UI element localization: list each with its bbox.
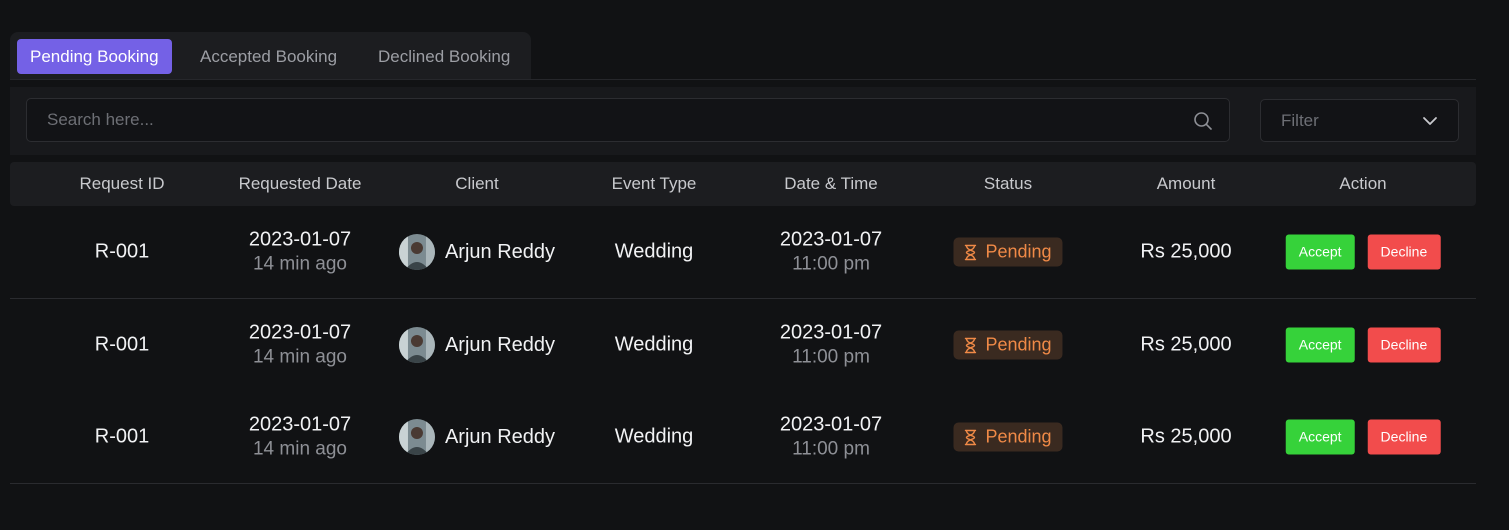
requested-date-cell: 2023-01-07 14 min ago	[249, 229, 351, 276]
status-label: Pending	[985, 426, 1052, 447]
event-time: 11:00 pm	[792, 438, 870, 460]
tab-accepted-booking[interactable]: Accepted Booking	[200, 39, 337, 74]
toolbar: Filter	[10, 87, 1476, 155]
event-date: 2023-01-07	[779, 321, 883, 344]
avatar	[398, 234, 435, 270]
action-buttons: Accept Decline	[1285, 234, 1441, 270]
accept-button[interactable]: Accept	[1285, 234, 1355, 270]
hourglass-icon	[964, 244, 977, 260]
event-time: 11:00 pm	[792, 253, 870, 275]
amount: Rs 25,000	[1140, 333, 1232, 356]
avatar	[398, 327, 435, 363]
search-icon[interactable]	[1193, 111, 1213, 131]
request-id: R-001	[94, 333, 150, 356]
avatar	[398, 419, 435, 455]
request-id: R-001	[94, 425, 150, 448]
status-label: Pending	[985, 241, 1052, 262]
requested-date: 2023-01-07	[248, 413, 352, 436]
column-header-event-type: Event Type	[611, 174, 697, 193]
client-name: Arjun Reddy	[444, 333, 556, 356]
requested-ago: 14 min ago	[252, 438, 347, 460]
date-time-cell: 2023-01-07 11:00 pm	[780, 229, 882, 276]
client-name: Arjun Reddy	[444, 425, 556, 448]
requested-date: 2023-01-07	[248, 228, 352, 251]
hourglass-icon	[964, 429, 977, 445]
requested-ago: 14 min ago	[252, 346, 347, 368]
event-date: 2023-01-07	[779, 413, 883, 436]
requested-date: 2023-01-07	[248, 321, 352, 344]
event-type: Wedding	[614, 425, 694, 448]
date-time-cell: 2023-01-07 11:00 pm	[780, 322, 882, 369]
hourglass-icon	[964, 337, 977, 353]
event-type: Wedding	[614, 240, 694, 263]
decline-button[interactable]: Decline	[1367, 234, 1441, 270]
client-cell: Arjun Reddy	[398, 327, 556, 363]
requested-date-cell: 2023-01-07 14 min ago	[249, 322, 351, 369]
column-header-client: Client	[455, 174, 499, 193]
date-time-cell: 2023-01-07 11:00 pm	[780, 414, 882, 461]
table-header: Request ID Requested Date Client Event T…	[10, 162, 1476, 206]
status-badge: Pending	[953, 330, 1063, 360]
status-badge: Pending	[953, 422, 1063, 452]
accept-button[interactable]: Accept	[1285, 419, 1355, 455]
row-divider	[10, 298, 1476, 299]
filter-dropdown[interactable]: Filter	[1260, 99, 1459, 142]
action-buttons: Accept Decline	[1285, 419, 1441, 455]
accept-button[interactable]: Accept	[1285, 327, 1355, 363]
status-label: Pending	[985, 334, 1052, 355]
requested-ago: 14 min ago	[252, 253, 347, 275]
row-divider	[10, 483, 1476, 484]
filter-label: Filter	[1281, 111, 1319, 130]
column-header-date-time: Date & Time	[784, 174, 878, 193]
tab-declined-booking[interactable]: Declined Booking	[378, 39, 510, 74]
chevron-down-icon	[1423, 117, 1437, 125]
event-type: Wedding	[614, 333, 694, 356]
client-name: Arjun Reddy	[444, 240, 556, 263]
search-input[interactable]	[27, 99, 1177, 141]
amount: Rs 25,000	[1140, 425, 1232, 448]
column-header-requested-date: Requested Date	[238, 174, 362, 193]
column-header-request-id: Request ID	[79, 174, 165, 193]
amount: Rs 25,000	[1140, 240, 1232, 263]
event-time: 11:00 pm	[792, 346, 870, 368]
action-buttons: Accept Decline	[1285, 327, 1441, 363]
column-header-amount: Amount	[1156, 174, 1216, 193]
event-date: 2023-01-07	[779, 228, 883, 251]
status-badge: Pending	[953, 237, 1063, 267]
client-cell: Arjun Reddy	[398, 234, 556, 270]
decline-button[interactable]: Decline	[1367, 419, 1441, 455]
column-header-status: Status	[983, 174, 1033, 193]
requested-date-cell: 2023-01-07 14 min ago	[249, 414, 351, 461]
client-cell: Arjun Reddy	[398, 419, 556, 455]
tab-pending-booking[interactable]: Pending Booking	[17, 39, 172, 74]
booking-tabs: Pending Booking Accepted Booking Decline…	[10, 32, 531, 80]
column-header-action: Action	[1339, 174, 1387, 193]
tabs-divider	[10, 79, 1476, 80]
search-box	[26, 98, 1230, 142]
request-id: R-001	[94, 240, 150, 263]
decline-button[interactable]: Decline	[1367, 327, 1441, 363]
